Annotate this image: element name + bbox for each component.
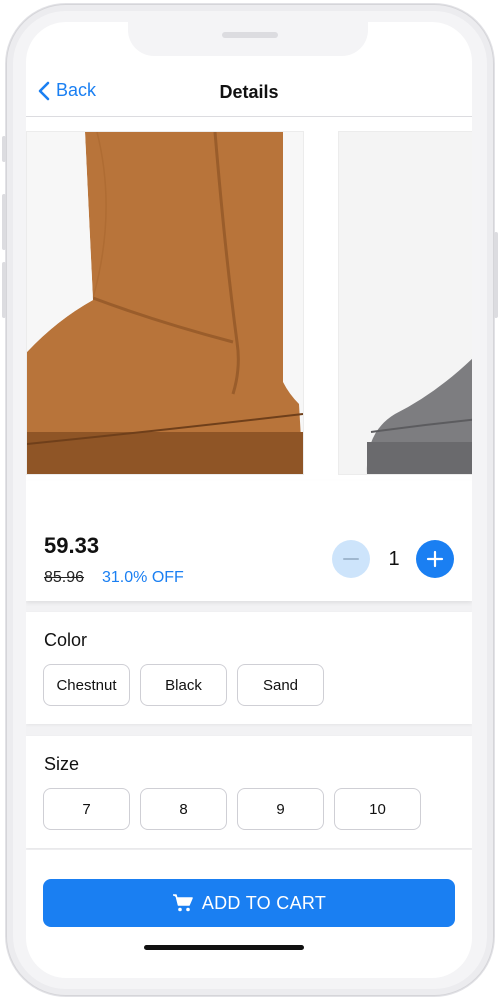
- size-option-7[interactable]: 7: [43, 788, 130, 830]
- plus-icon: [426, 550, 444, 568]
- price-section: 59.33 85.96 31.0% OFF: [26, 481, 472, 601]
- size-option-9[interactable]: 9: [237, 788, 324, 830]
- grey-boot-illustration: [366, 358, 472, 474]
- cart-icon: [172, 894, 193, 912]
- phone-notch: [128, 22, 368, 56]
- size-title: Size: [44, 754, 80, 774]
- color-section: Color Chestnut Black Sand: [26, 612, 472, 724]
- size-option-8[interactable]: 8: [140, 788, 227, 830]
- home-indicator[interactable]: [144, 945, 304, 950]
- side-button: [2, 136, 6, 162]
- quantity-value: 1: [388, 548, 400, 570]
- image-gallery[interactable]: [26, 117, 472, 481]
- color-option-chestnut[interactable]: Chestnut: [43, 664, 130, 706]
- decrease-quantity-button[interactable]: [332, 540, 370, 578]
- product-image-grey-boot[interactable]: [338, 131, 472, 475]
- cart-footer: ADD TO CART: [26, 850, 472, 978]
- side-button: [2, 194, 6, 250]
- speaker-grille: [222, 32, 278, 38]
- color-option-sand[interactable]: Sand: [237, 664, 324, 706]
- increase-quantity-button[interactable]: [416, 540, 454, 578]
- discount-label: 31.0% OFF: [102, 569, 184, 586]
- original-price: 85.96: [44, 569, 85, 586]
- current-price: 59.33: [44, 533, 100, 558]
- app-screen: Back Details 59.33 85.96 31.0% OFF 1 Col…: [26, 22, 472, 978]
- add-to-cart-button[interactable]: ADD TO CART: [43, 879, 455, 927]
- color-title: Color: [44, 630, 88, 650]
- page-title: Details: [219, 82, 279, 102]
- side-button: [2, 262, 6, 318]
- size-section: Size 7 8 9 10: [26, 736, 472, 848]
- side-button: [494, 232, 498, 318]
- minus-icon: [343, 558, 359, 560]
- add-to-cart-label: ADD TO CART: [201, 892, 327, 913]
- chestnut-boot-illustration: [27, 132, 303, 474]
- color-option-black[interactable]: Black: [140, 664, 227, 706]
- size-option-10[interactable]: 10: [334, 788, 421, 830]
- product-image-chestnut-boot[interactable]: [26, 131, 304, 475]
